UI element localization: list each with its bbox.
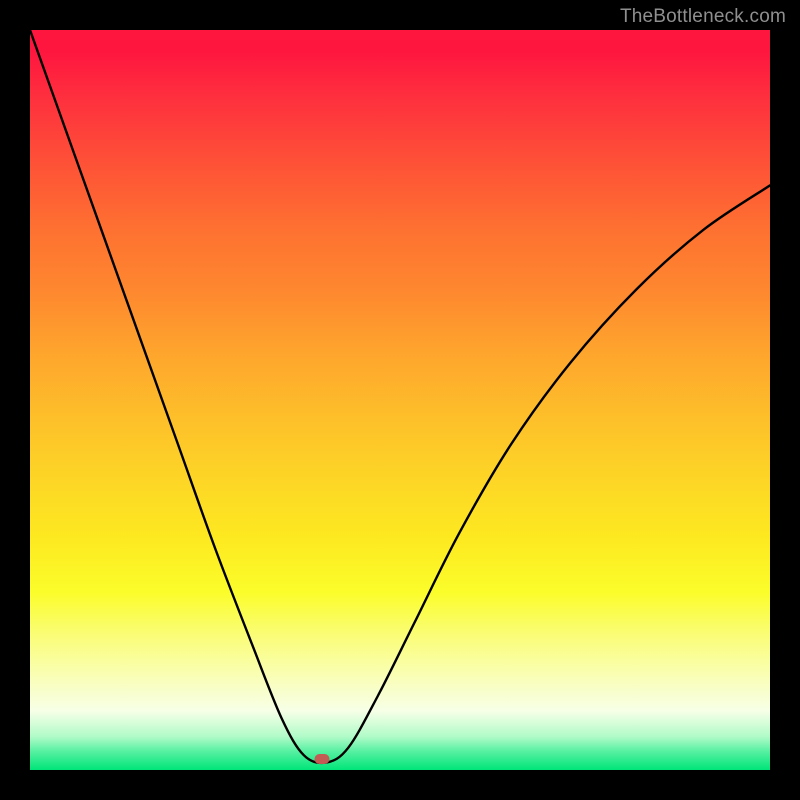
watermark-text: TheBottleneck.com xyxy=(620,6,786,28)
bottleneck-curve xyxy=(30,30,770,770)
chart-frame: TheBottleneck.com xyxy=(0,0,800,800)
optimal-point-marker xyxy=(315,754,330,764)
plot-area xyxy=(30,30,770,770)
